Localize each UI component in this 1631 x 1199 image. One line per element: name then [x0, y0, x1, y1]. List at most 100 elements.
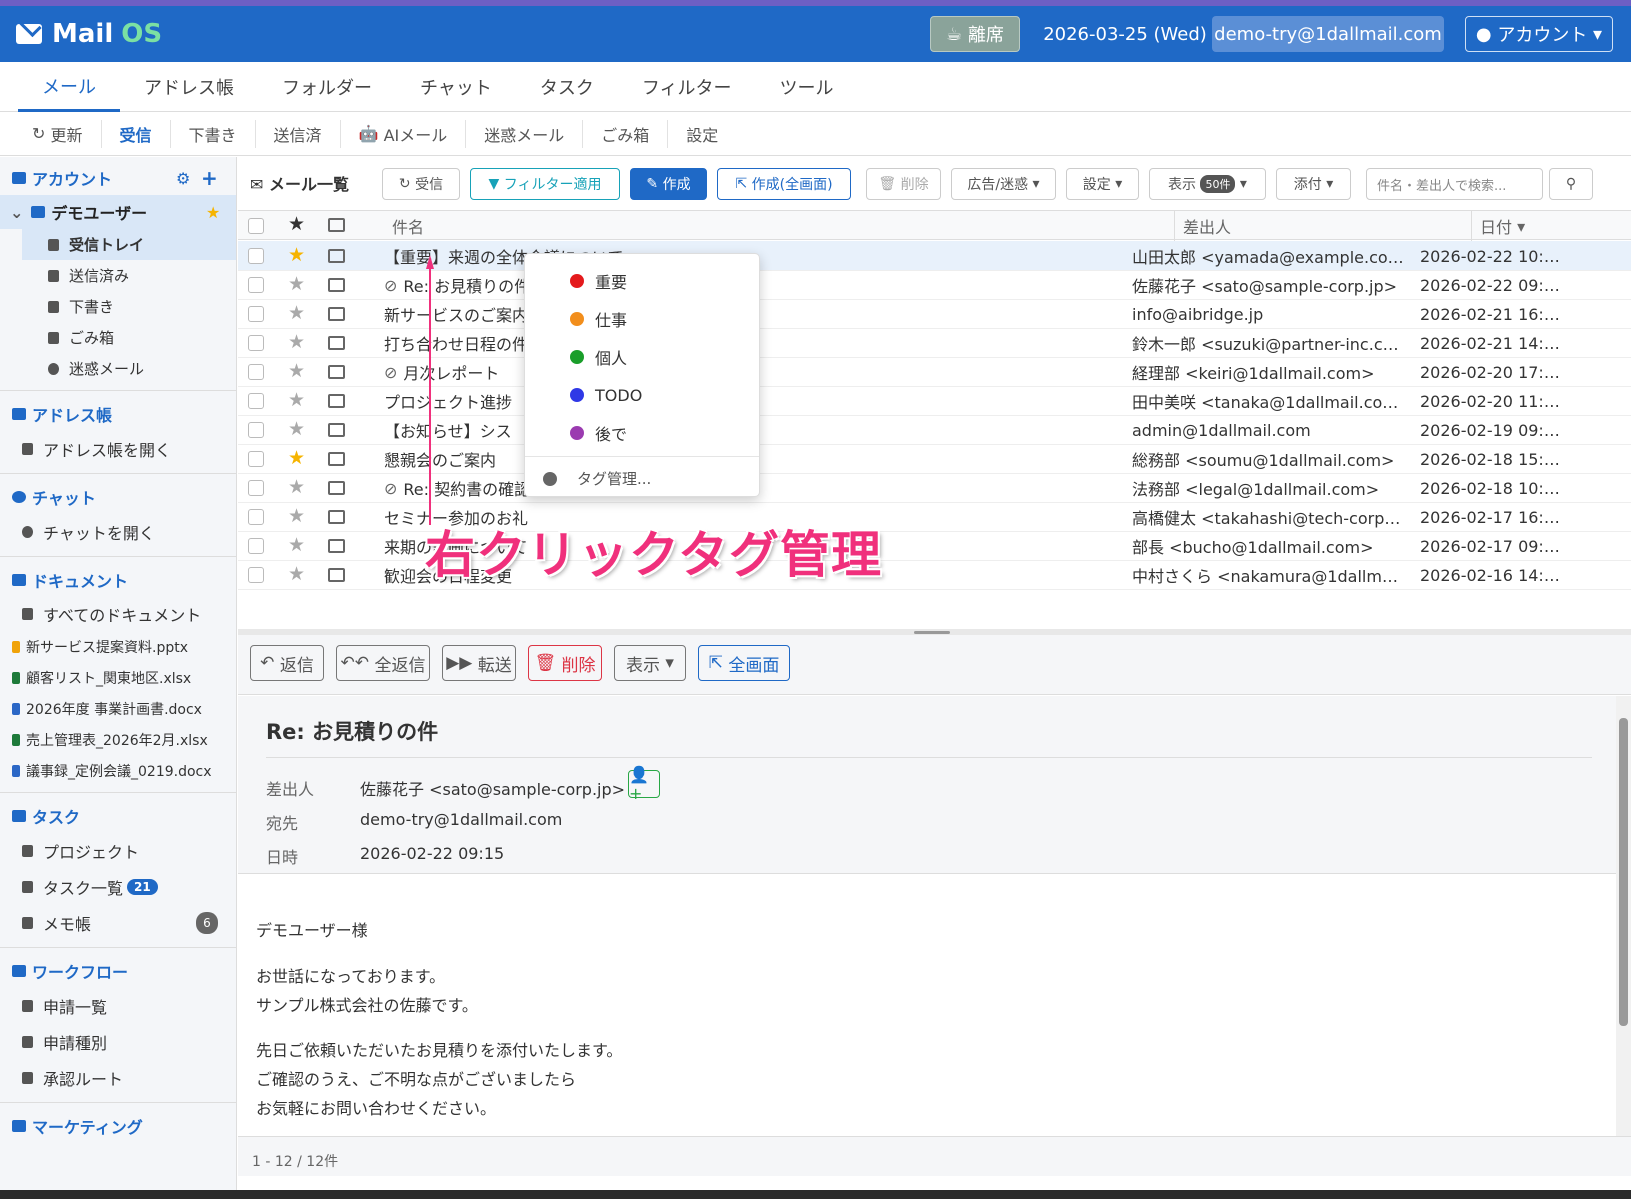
star-icon[interactable]: ★	[288, 389, 305, 411]
add-account-icon[interactable]: +	[201, 166, 218, 190]
star-icon[interactable]: ★	[288, 244, 305, 266]
tab-address-book[interactable]: アドレス帳	[120, 62, 258, 112]
sidebar-item-tasklist[interactable]: タスク一覧 21	[0, 869, 236, 905]
row-checkbox[interactable]	[248, 567, 264, 583]
envelope-open-icon[interactable]	[328, 568, 345, 582]
search-button[interactable]: ⚲	[1549, 168, 1593, 200]
row-checkbox[interactable]	[248, 335, 264, 351]
email-row[interactable]: ★ 【お知らせ】シス admin@1dallmail.com 2026-02-19 0…	[238, 415, 1631, 445]
tab-tools[interactable]: ツール	[755, 62, 857, 112]
away-button[interactable]: ☕ 離席	[930, 16, 1020, 52]
tag-item[interactable]: 個人	[525, 338, 759, 376]
doc-item[interactable]: 顧客リスト_関東地区.xlsx	[0, 662, 236, 693]
email-row[interactable]: ★ 打ち合わせ日程の件 鈴木一郎 <suzuki@partner-inc.c… 202…	[238, 328, 1631, 358]
sidebar-item-all-docs[interactable]: すべてのドキュメント	[0, 597, 236, 631]
doc-item[interactable]: 2026年度 事業計画書.docx	[0, 693, 236, 724]
tag-item[interactable]: 重要	[525, 262, 759, 300]
filter-apply-button[interactable]: ▼ フィルター適用	[470, 168, 620, 200]
email-row[interactable]: ★ ⊘ Re: お見積りの件 佐藤花子 <sato@sample-corp.jp> 20…	[238, 270, 1631, 300]
ai-mail-link[interactable]: 🤖 AIメール	[341, 119, 467, 148]
envelope-open-icon[interactable]	[328, 510, 345, 524]
header-email[interactable]: demo-try@1dallmail.com	[1212, 16, 1444, 52]
sidebar-item-sent[interactable]: 送信済み	[0, 260, 236, 291]
star-icon[interactable]: ★	[288, 360, 305, 382]
sidebar-item-request-types[interactable]: 申請種別	[0, 1024, 236, 1060]
gear-icon[interactable]: ⚙	[176, 169, 190, 188]
email-row[interactable]: ★ ⊘ Re: 契約書の確認依頼 法務部 <legal@1dallmail.com> 2…	[238, 473, 1631, 503]
sidebar-item-trash[interactable]: ごみ箱	[0, 322, 236, 353]
sidebar-item-drafts[interactable]: 下書き	[0, 291, 236, 322]
tab-mail[interactable]: メール	[18, 62, 120, 112]
sidebar-item-spam[interactable]: 迷惑メール	[0, 353, 236, 384]
sidebar-user[interactable]: ⌄ デモユーザー ★	[0, 195, 236, 229]
row-checkbox[interactable]	[248, 422, 264, 438]
row-checkbox[interactable]	[248, 538, 264, 554]
tab-chat[interactable]: チャット	[396, 62, 516, 112]
star-column-icon[interactable]: ★	[288, 213, 305, 235]
tag-item[interactable]: 後で	[525, 414, 759, 452]
row-checkbox[interactable]	[248, 306, 264, 322]
row-checkbox[interactable]	[248, 277, 264, 293]
read-column-icon[interactable]	[328, 218, 345, 232]
star-icon[interactable]: ★	[288, 418, 305, 440]
star-icon[interactable]: ★	[288, 273, 305, 295]
star-icon[interactable]: ★	[288, 331, 305, 353]
doc-item[interactable]: 売上管理表_2026年2月.xlsx	[0, 724, 236, 755]
row-checkbox[interactable]	[248, 509, 264, 525]
row-checkbox[interactable]	[248, 393, 264, 409]
row-checkbox[interactable]	[248, 248, 264, 264]
sidebar-item-requests[interactable]: 申請一覧	[0, 988, 236, 1024]
envelope-open-icon[interactable]	[328, 336, 345, 350]
sent-link[interactable]: 送信済	[256, 119, 341, 148]
sidebar-item-memo[interactable]: メモ帳 6	[0, 905, 236, 941]
tag-manage-item[interactable]: タグ管理...	[525, 456, 759, 500]
reply-all-button[interactable]: ↶↶ 全返信	[336, 645, 430, 681]
star-icon[interactable]: ★	[288, 563, 305, 585]
tab-task[interactable]: タスク	[516, 62, 618, 112]
envelope-open-icon[interactable]	[328, 452, 345, 466]
compose-button[interactable]: ✎ 作成	[630, 168, 707, 200]
add-contact-button[interactable]: 👤+	[628, 765, 660, 803]
envelope-open-icon[interactable]	[328, 481, 345, 495]
ad-spam-dropdown[interactable]: 広告/迷惑 ▾	[951, 168, 1056, 200]
select-all-checkbox[interactable]	[248, 218, 264, 234]
tab-filter[interactable]: フィルター	[618, 62, 756, 112]
tab-folder[interactable]: フォルダー	[258, 62, 396, 112]
email-row[interactable]: ★ ⊘ 月次レポート 経理部 <keiri@1dallmail.com> 2026-02…	[238, 357, 1631, 387]
forward-button[interactable]: ▶▶ 転送	[442, 645, 516, 681]
sidebar-item-address-open[interactable]: アドレス帳を開く	[0, 431, 236, 467]
star-icon[interactable]: ★	[288, 476, 305, 498]
spam-link[interactable]: 迷惑メール	[466, 119, 584, 148]
row-checkbox[interactable]	[248, 451, 264, 467]
email-row[interactable]: ★ 懇親会のご案内 総務部 <soumu@1dallmail.com> 2026-02…	[238, 444, 1631, 474]
fullscreen-button[interactable]: ⇱ 全画面	[698, 645, 790, 681]
compose-full-button[interactable]: ⇱ 作成(全画面)	[717, 168, 851, 200]
attach-dropdown[interactable]: 添付 ▾	[1276, 168, 1351, 200]
date-column-header[interactable]: 日付 ▾	[1471, 211, 1525, 241]
scrollbar-thumb[interactable]	[1619, 718, 1628, 1026]
sidebar-item-chat-open[interactable]: チャットを開く	[0, 514, 236, 550]
settings-dropdown[interactable]: 設定 ▾	[1066, 168, 1139, 200]
trash-link[interactable]: ごみ箱	[583, 119, 669, 148]
display-dropdown[interactable]: 表示 50件 ▾	[1149, 168, 1266, 200]
delete-message-button[interactable]: 🗑 削除	[528, 645, 602, 681]
doc-item[interactable]: 議事録_定例会議_0219.docx	[0, 755, 236, 786]
message-scrollbar[interactable]	[1616, 696, 1631, 1136]
tag-item[interactable]: 仕事	[525, 300, 759, 338]
sidebar-item-approval-route[interactable]: 承認ルート	[0, 1060, 236, 1096]
doc-item[interactable]: 新サービス提案資料.pptx	[0, 631, 236, 662]
email-row[interactable]: ★ 【重要】来週の全体会議について 山田太郎 <yamada@example.co……	[238, 241, 1631, 271]
delete-button[interactable]: 🗑 削除	[866, 168, 941, 200]
display-options-button[interactable]: 表示 ▾	[614, 645, 686, 681]
reply-button[interactable]: ↶ 返信	[250, 645, 324, 681]
settings-link[interactable]: 設定	[668, 120, 736, 148]
brand-logo[interactable]: Mail OS	[16, 16, 162, 52]
row-checkbox[interactable]	[248, 364, 264, 380]
star-icon[interactable]: ★	[288, 447, 305, 469]
sidebar-item-project[interactable]: プロジェクト	[0, 833, 236, 869]
drafts-link[interactable]: 下書き	[171, 119, 256, 148]
envelope-open-icon[interactable]	[328, 307, 345, 321]
envelope-open-icon[interactable]	[328, 394, 345, 408]
email-row[interactable]: ★ プロジェクト進捗 田中美咲 <tanaka@1dallmail.co… 2026-…	[238, 386, 1631, 416]
from-column-header[interactable]: 差出人	[1174, 211, 1231, 241]
